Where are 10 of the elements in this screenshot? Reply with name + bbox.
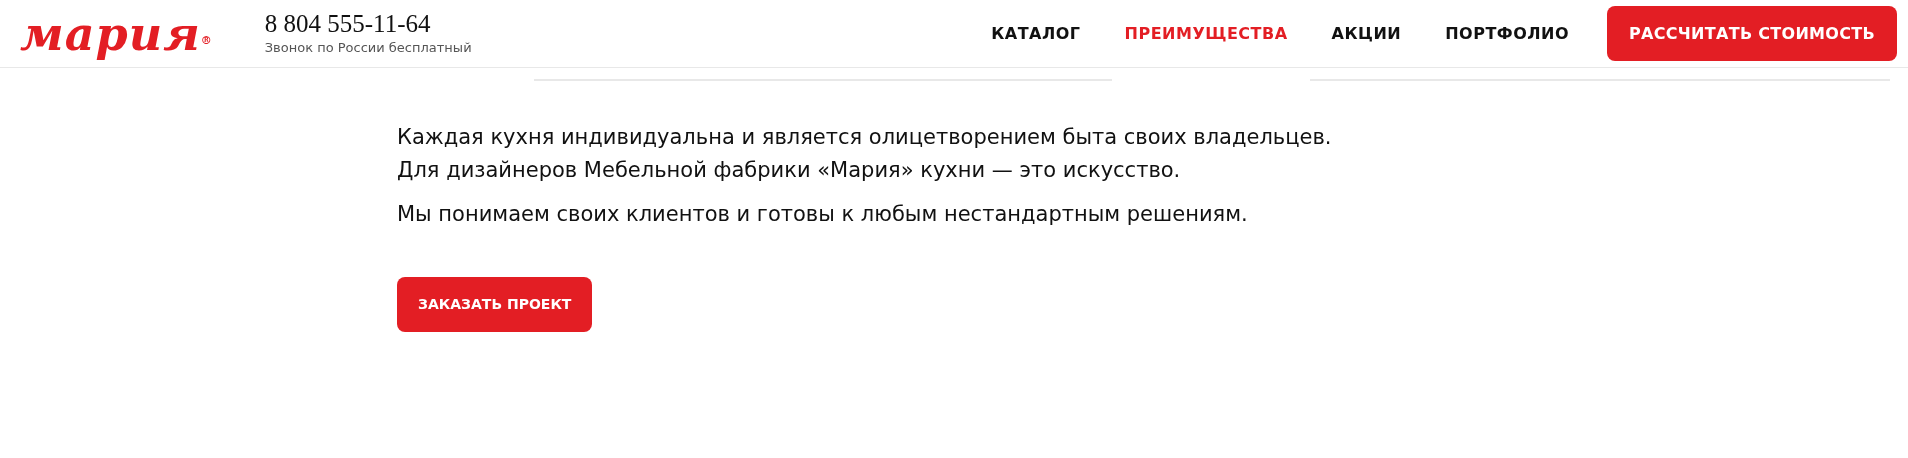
nav-link[interactable]: КАТАЛОГ — [969, 21, 1103, 46]
calculate-cost-button[interactable]: РАССЧИТАТЬ СТОИМОСТЬ — [1607, 6, 1897, 61]
order-project-button[interactable]: ЗАКАЗАТЬ ПРОЕКТ — [397, 276, 593, 332]
phone-note: Звонок по России бесплатный — [264, 38, 472, 57]
paragraph: Каждая кухня индивидуальна и является олицетворением быта своих владельцев. Для дизайнеров Мебельной фабрики «Мария» кухни — это искусство. — [397, 124, 1333, 184]
nav-link[interactable]: ПРЕИМУЩЕСТВА — [1102, 21, 1310, 46]
nav-link[interactable]: ПОРТФОЛИО — [1423, 21, 1592, 46]
nav-link[interactable]: АКЦИИ — [1309, 21, 1424, 46]
phone-number[interactable]: 8 804 555-11-64 — [264, 10, 472, 38]
paragraph: Мы понимаем своих клиентов и готовы к любым нестандартным решениям. — [397, 201, 1249, 229]
